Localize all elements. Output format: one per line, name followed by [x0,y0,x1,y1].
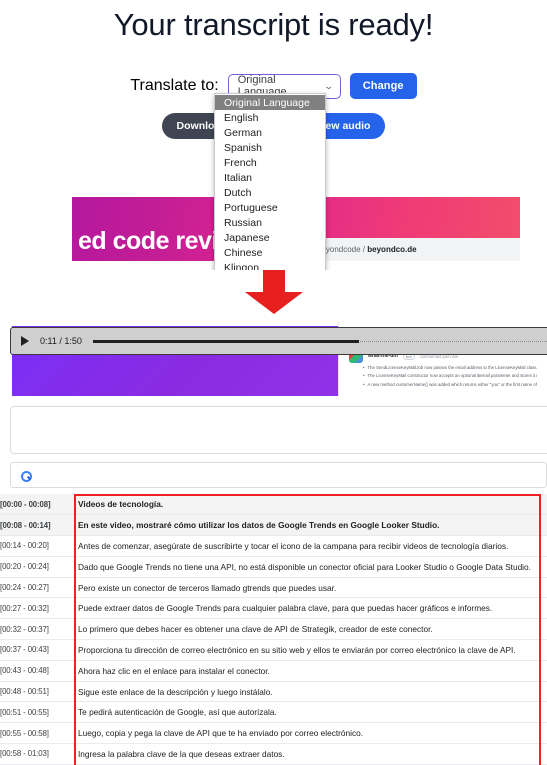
search-icon [21,470,32,482]
row-timestamp: [00:55 - 00:58] [0,728,49,738]
row-timestamp: [00:00 - 00:08] [0,499,51,509]
row-text: Ingresa la palabra clave de la que desea… [78,748,285,759]
browser-address-bar[interactable]: 🔒 beyondcode / beyondco.de [294,238,520,261]
row-text: Puede extraer datos de Google Trends par… [78,603,493,614]
dropdown-option[interactable]: Spanish [215,140,325,155]
row-text: Te pedirá autenticación de Google, así q… [78,707,277,718]
table-row[interactable]: [00:14 - 00:20] Antes de comenzar, asegúr… [0,536,547,557]
table-row[interactable]: [00:43 - 00:48] Ahora haz clic en el enla… [0,660,547,682]
table-row[interactable]: [00:32 - 00:37] Lo primero que debes hace… [0,619,547,640]
dropdown-option[interactable]: German [215,125,325,140]
row-timestamp: [00:43 - 00:48] [0,666,49,676]
audio-progress-slider[interactable] [92,339,547,343]
table-row[interactable]: [00:48 - 00:51] Sigue este enlace de la d… [0,681,547,702]
table-row[interactable]: [00:24 - 00:27] Pero existe un conector d… [0,577,547,598]
dropdown-option[interactable]: Original Language [215,95,325,110]
dropdown-option[interactable]: Russian [215,215,325,230]
audio-player-card [10,406,547,454]
row-timestamp: [00:32 - 00:37] [0,624,49,634]
address-separator: / [362,245,366,254]
row-timestamp: [00:27 - 00:32] [0,603,49,613]
row-timestamp: [00:20 - 00:24] [0,562,49,572]
row-text: Proporciona tu dirección de correo elect… [78,644,516,655]
play-icon[interactable] [21,336,29,346]
row-timestamp: [00:58 - 01:03] [0,749,49,759]
list-item: A new method customerName() was added wh… [363,381,547,389]
dropdown-option[interactable]: Dutch [215,185,325,200]
chevron-down-icon: ⌄ [323,80,335,91]
dropdown-option[interactable]: Portuguese [215,200,325,215]
change-button[interactable]: Change [349,73,417,99]
transcript-table-wrap: [00:00 - 00:08] Videos de tecnología. [00… [0,494,547,765]
table-row[interactable]: [00:51 - 00:55] Te pedirá autenticación d… [0,702,547,723]
row-timestamp: [00:51 - 00:55] [0,707,49,717]
dropdown-option[interactable]: French [215,155,325,170]
address-text: beyondcode / beyondco.de [317,245,417,254]
row-text: Ahora haz clic en el enlace para instala… [78,665,270,676]
audio-player[interactable]: 0:11 / 1:50 [10,327,547,355]
row-text: Lo primero que debes hacer es obtener un… [78,624,433,635]
table-row[interactable]: [00:58 - 01:03] Ingresa la palabra clave … [0,744,547,765]
player-and-transcript-panel: Get started Learn more on w3p what-the-d… [0,318,547,765]
table-row[interactable]: [00:27 - 00:32] Puede extraer datos de Go… [0,598,547,619]
list-item: The SendLicenseKeyMailJob now passes the… [363,364,547,372]
table-row[interactable]: [00:55 - 00:58] Luego, copia y pega la cl… [0,723,547,744]
down-arrow-icon [239,268,309,314]
list-item-text: The SendLicenseKeyMailJob now passes the… [367,365,538,370]
dropdown-option[interactable]: Italian [215,170,325,185]
transcript-table-body: [00:00 - 00:08] Videos de tecnología. [00… [0,494,547,765]
row-timestamp: [00:37 - 00:43] [0,645,49,655]
page-title: Your transcript is ready! [113,7,434,42]
table-row[interactable]: [00:08 - 00:14] En este video, mostraré c… [0,514,547,536]
audio-track-fill [92,339,359,343]
red-down-arrow [0,268,547,320]
github-bullet-list: The SendLicenseKeyMailJob now passes the… [363,364,547,389]
page-root: Your transcript is ready! Translate to: … [0,0,547,765]
row-timestamp: [00:48 - 00:51] [0,687,49,697]
row-text: Dado que Google Trends no tiene una API,… [78,561,531,572]
dropdown-option[interactable]: Japanese [215,230,325,245]
transcript-table: [00:00 - 00:08] Videos de tecnología. [00… [0,494,547,765]
dropdown-option[interactable]: English [215,110,325,125]
row-text: Antes de comenzar, asegúrate de suscribi… [78,540,509,551]
address-repo: beyondco.de [367,245,417,254]
row-text: Luego, copia y pega la clave de API que … [78,728,364,739]
row-text: En este video, mostraré cómo utilizar lo… [78,520,440,531]
list-item-text: A new method customerName() was added wh… [367,381,537,387]
transcript-ready-panel: Your transcript is ready! Translate to: … [0,0,547,270]
table-row[interactable]: [00:20 - 00:24] Dado que Google Trends no… [0,556,547,578]
row-text: Videos de tecnología. [78,499,164,510]
search-input[interactable] [10,462,547,488]
list-item: The LicenseKeyMail constructor now accep… [363,372,547,380]
list-item-text: The LicenseKeyMail constructor now accep… [367,373,538,379]
audio-time: 0:11 / 1:50 [40,336,82,346]
dropdown-option[interactable]: Chinese [215,245,325,260]
language-dropdown-list[interactable]: Original Language English German Spanish… [214,93,326,270]
table-row[interactable]: [00:00 - 00:08] Videos de tecnología. [0,494,547,515]
row-timestamp: [00:08 - 00:14] [0,520,51,530]
dropdown-option[interactable]: Klingon [215,260,325,271]
table-row[interactable]: [00:37 - 00:43] Proporciona tu dirección … [0,640,547,661]
row-text: Sigue este enlace de la descripción y lu… [78,686,273,697]
row-timestamp: [00:24 - 00:27] [0,583,49,593]
row-text: Pero existe un conector de terceros llam… [78,582,337,593]
row-timestamp: [00:14 - 00:20] [0,541,49,551]
translate-label: Translate to: [130,77,219,94]
